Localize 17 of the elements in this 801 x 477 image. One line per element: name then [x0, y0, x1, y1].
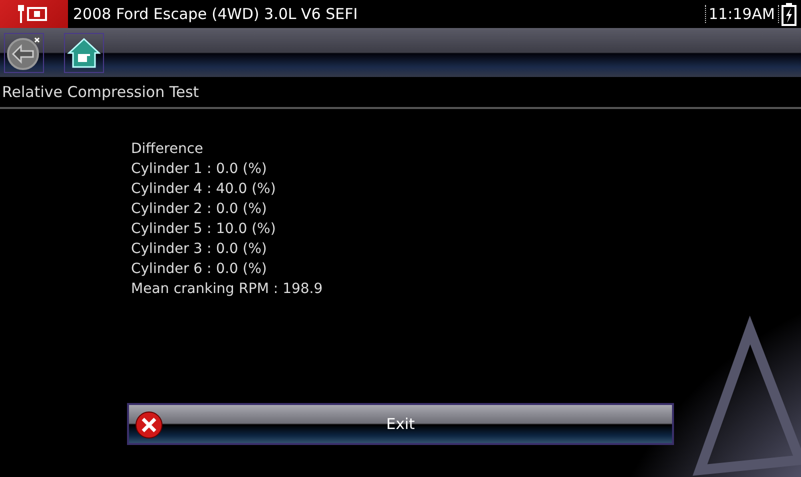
scanner-logo-icon — [0, 0, 68, 28]
result-line: Cylinder 1 : 0.0 (%) — [131, 160, 267, 179]
result-line: Difference — [131, 140, 204, 159]
screen-title: Relative Compression Test — [2, 83, 199, 101]
back-button[interactable] — [4, 32, 44, 72]
clock-time: 11:19AM — [704, 5, 779, 23]
result-line: Cylinder 3 : 0.0 (%) — [131, 240, 267, 259]
result-line: Mean cranking RPM : 198.9 — [131, 280, 323, 299]
vehicle-title: 2008 Ford Escape (4WD) 3.0L V6 SEFI — [73, 5, 359, 23]
result-line: Cylinder 2 : 0.0 (%) — [131, 200, 267, 219]
exit-button[interactable]: Exit — [127, 403, 674, 445]
result-line: Cylinder 5 : 10.0 (%) — [131, 220, 276, 239]
result-line: Cylinder 4 : 40.0 (%) — [131, 180, 276, 199]
home-button[interactable] — [64, 32, 104, 72]
result-line: Cylinder 6 : 0.0 (%) — [131, 260, 267, 279]
battery-icon — [781, 2, 797, 26]
close-icon — [135, 411, 163, 439]
